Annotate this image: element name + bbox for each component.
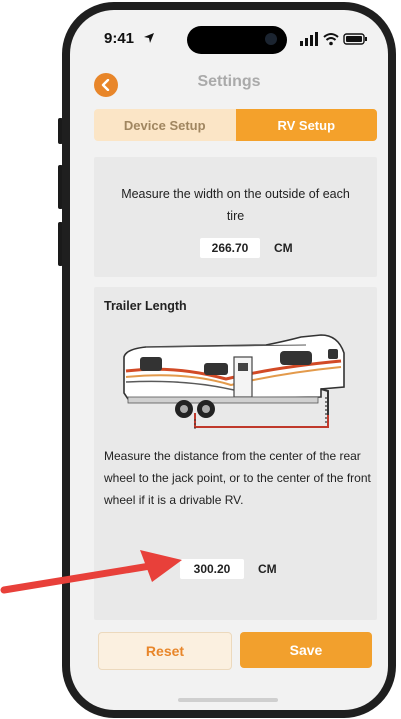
trailer-length-input[interactable]: 300.20 — [180, 559, 244, 579]
signal-icon — [300, 32, 318, 46]
annotation-arrow-icon — [0, 550, 182, 594]
tire-width-unit: CM — [274, 241, 293, 255]
trailer-length-unit: CM — [258, 562, 277, 576]
location-arrow-icon — [144, 33, 154, 43]
camera-icon — [265, 33, 277, 45]
status-bar: 9:41 — [70, 10, 388, 66]
tire-width-instruction: Measure the width on the outside of each… — [121, 187, 350, 223]
tab-device-setup[interactable]: Device Setup — [94, 109, 236, 141]
battery-icon — [343, 33, 367, 45]
trailer-length-title: Trailer Length — [104, 299, 187, 313]
reset-button[interactable]: Reset — [98, 632, 232, 670]
trailer-length-instruction: Measure the distance from the center of … — [104, 449, 371, 507]
chevron-left-icon — [101, 79, 110, 91]
status-time: 9:41 — [104, 30, 135, 47]
rv-trailer-illustration — [123, 334, 345, 431]
back-button[interactable] — [94, 73, 118, 97]
tire-width-card: Measure the width on the outside of each… — [94, 157, 377, 277]
setup-tabs: Device Setup RV Setup — [94, 109, 377, 141]
wifi-icon — [323, 33, 339, 46]
status-icons — [300, 32, 367, 46]
tire-width-input[interactable]: 266.70 — [200, 238, 260, 258]
home-indicator — [178, 698, 278, 702]
tab-rv-setup[interactable]: RV Setup — [235, 109, 377, 141]
save-button[interactable]: Save — [240, 632, 372, 668]
